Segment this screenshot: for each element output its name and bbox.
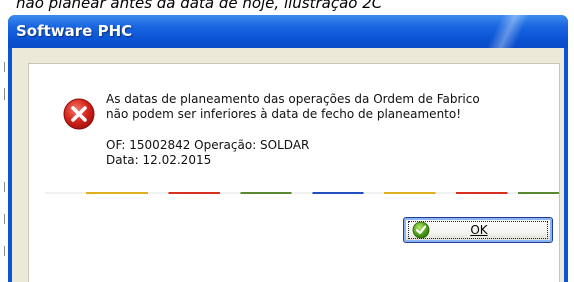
message-dialog: Software PHC As datas de planeamento das… [8,15,568,282]
titlebar-glint [448,15,568,48]
dialog-title: Software PHC [16,22,133,40]
ok-button[interactable]: OK [403,217,553,243]
background-mark [4,62,5,72]
background-mark [4,88,5,100]
background-mark [4,182,5,192]
message-date: Data: 12.02.2015 [106,153,212,167]
message-line-2: não podem ser inferiores à data de fecho… [106,107,462,121]
dialog-titlebar[interactable]: Software PHC [8,15,568,48]
message-panel: As datas de planeamento das operações da… [28,63,560,282]
background-mark [4,214,5,224]
message-order-info: OF: 15002842 Operação: SOLDAR [106,138,310,152]
message-line-1: As datas de planeamento das operações da… [106,92,480,106]
background-mark [4,246,5,256]
background-document-text: não planear antes da data de hoje, ilust… [16,0,383,12]
ok-button-label: OK [470,223,488,237]
error-icon [63,98,95,130]
dialog-client-area: As datas de planeamento das operações da… [12,48,564,282]
colored-divider [45,192,559,194]
